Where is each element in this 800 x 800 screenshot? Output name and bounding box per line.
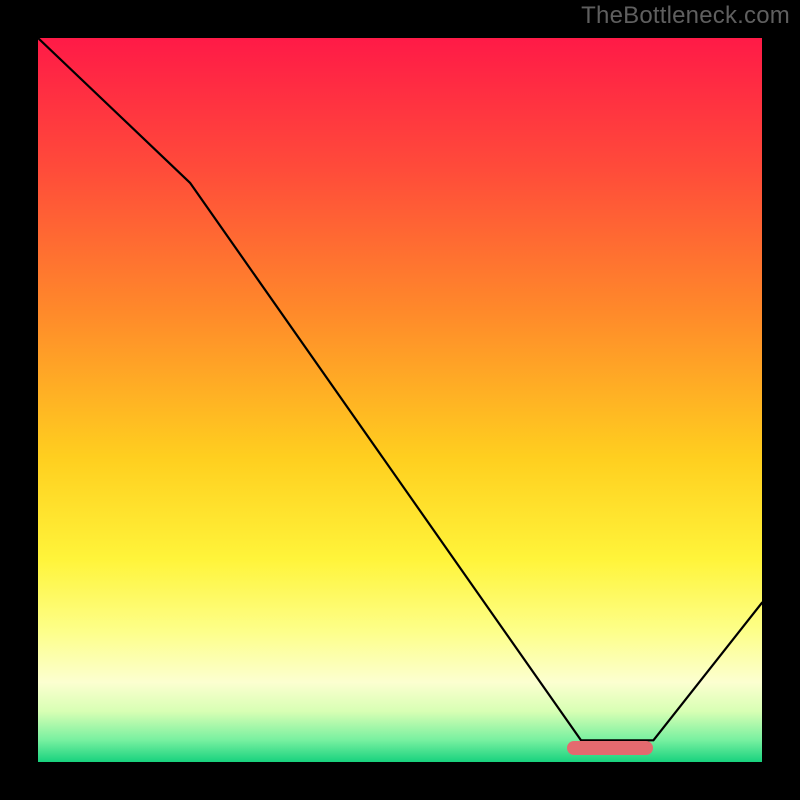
chart-svg	[38, 38, 762, 762]
plot-frame	[32, 32, 768, 768]
plot-inner	[38, 38, 762, 762]
optimal-range-pill	[567, 741, 654, 755]
gradient-background	[38, 38, 762, 762]
chart-container: TheBottleneck.com	[0, 0, 800, 800]
watermark-text: TheBottleneck.com	[581, 2, 790, 30]
